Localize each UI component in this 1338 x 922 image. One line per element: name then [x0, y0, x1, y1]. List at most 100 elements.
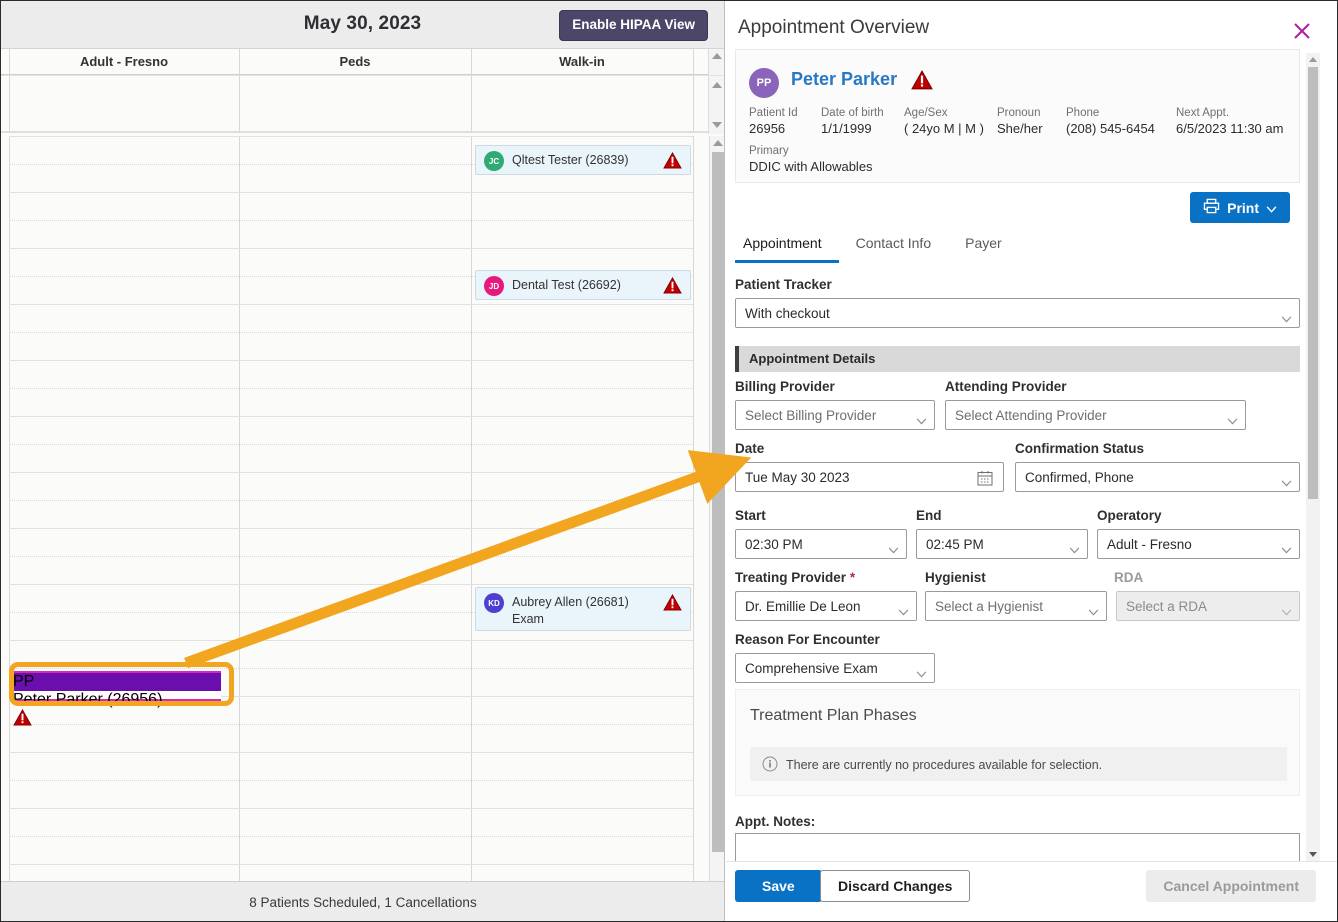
hygienist-label: Hygienist	[925, 570, 986, 585]
hygienist-select[interactable]: Select a Hygienist	[925, 591, 1107, 621]
treating-provider-select[interactable]: Dr. Emillie De Leon	[735, 591, 917, 621]
start-time-value: 02:30 PM	[745, 537, 803, 552]
section-title: Appointment Details	[749, 351, 876, 366]
reason-for-encounter-select[interactable]: Comprehensive Exam	[735, 653, 935, 683]
date-input[interactable]: Tue May 30 2023	[735, 462, 1004, 492]
appt-notes-input[interactable]	[735, 833, 1300, 861]
avatar: KD	[484, 593, 504, 613]
field-value: ( 24yo M | M )	[904, 121, 984, 136]
chevron-down-icon	[898, 603, 909, 616]
patient-field-patient-id: Patient Id 26956	[749, 107, 798, 136]
alert-icon	[13, 709, 221, 726]
patient-name-link[interactable]: Peter Parker	[791, 69, 897, 90]
print-button[interactable]: Print	[1190, 192, 1290, 223]
reason-for-encounter-value: Comprehensive Exam	[745, 661, 878, 676]
attending-provider-value: Select Attending Provider	[955, 408, 1107, 423]
scheduler-column-headers: Adult - Fresno Peds Walk-in	[1, 49, 724, 75]
treating-provider-label: Treating Provider *	[735, 570, 855, 585]
alert-icon	[663, 277, 682, 294]
appointment-block-selected[interactable]: PP Peter Parker (26956)	[13, 671, 221, 726]
confirmation-status-value: Confirmed, Phone	[1025, 470, 1134, 485]
scroll-down-icon[interactable]	[1309, 852, 1317, 857]
rda-label: RDA	[1114, 570, 1144, 585]
panel-title: Appointment Overview	[738, 17, 930, 38]
tab-contact-info[interactable]: Contact Info	[839, 235, 949, 263]
scheduler-header-scrollbar[interactable]	[708, 49, 724, 75]
chevron-down-icon	[1281, 603, 1292, 616]
field-label: Primary	[749, 145, 789, 157]
column-header-adult-fresno[interactable]: Adult - Fresno	[9, 54, 239, 69]
panel-scroll-body: PP Peter Parker Patient Id 26956 Date of…	[726, 49, 1319, 861]
date-value: Tue May 30 2023	[745, 470, 850, 485]
operatory-value: Adult - Fresno	[1107, 537, 1192, 552]
alert-icon[interactable]	[911, 70, 933, 95]
chevron-down-icon	[1281, 310, 1292, 323]
scheduler-allday-band	[1, 75, 724, 134]
operatory-select[interactable]: Adult - Fresno	[1097, 529, 1300, 559]
attending-provider-select[interactable]: Select Attending Provider	[945, 400, 1246, 430]
printer-icon	[1203, 198, 1220, 217]
field-label: Phone	[1066, 107, 1100, 119]
calendar-icon[interactable]	[977, 470, 993, 491]
scheduler-grid[interactable]: JC Qltest Tester (26839) JD Dental Test …	[1, 136, 724, 881]
scroll-up-icon[interactable]	[1309, 57, 1317, 62]
patient-tracker-value: With checkout	[745, 306, 830, 321]
tab-appointment[interactable]: Appointment	[735, 235, 839, 263]
scheduler-status-text: 8 Patients Scheduled, 1 Cancellations	[249, 895, 477, 910]
appt-notes-label: Appt. Notes:	[735, 814, 816, 829]
hygienist-value: Select a Hygienist	[935, 599, 1044, 614]
appointment-patient-name: Qltest Tester (26839)	[512, 153, 629, 167]
field-value: (208) 545-6454	[1066, 121, 1155, 136]
column-header-walkin[interactable]: Walk-in	[471, 54, 693, 69]
chevron-down-icon	[1266, 200, 1277, 216]
discard-changes-button[interactable]: Discard Changes	[820, 870, 971, 902]
field-value: 6/5/2023 11:30 am	[1176, 121, 1284, 136]
appointment-block[interactable]: JC Qltest Tester (26839)	[475, 145, 691, 175]
panel-scrollbar[interactable]	[1306, 53, 1320, 861]
enable-hipaa-view-button[interactable]: Enable HIPAA View	[559, 10, 708, 41]
close-icon[interactable]	[1292, 21, 1312, 41]
avatar: PP	[13, 673, 221, 691]
rda-value: Select a RDA	[1126, 599, 1208, 614]
patient-summary-card: PP Peter Parker Patient Id 26956 Date of…	[735, 49, 1300, 183]
billing-provider-select[interactable]: Select Billing Provider	[735, 400, 935, 430]
confirmation-status-select[interactable]: Confirmed, Phone	[1015, 462, 1300, 492]
appointment-patient-name: Aubrey Allen (26681)	[512, 595, 629, 609]
appointment-block[interactable]: JD Dental Test (26692)	[475, 270, 691, 300]
alert-icon	[663, 594, 682, 611]
tab-payer[interactable]: Payer	[948, 235, 1019, 263]
reason-for-encounter-label: Reason For Encounter	[735, 632, 880, 647]
appointment-block[interactable]: KD Aubrey Allen (26681) Exam	[475, 587, 691, 631]
field-value: She/her	[997, 121, 1043, 136]
end-time-select[interactable]: 02:45 PM	[916, 529, 1088, 559]
field-value: DDIC with Allowables	[749, 159, 873, 174]
cancel-appointment-button: Cancel Appointment	[1146, 870, 1316, 902]
patient-field-age-sex: Age/Sex ( 24yo M | M )	[904, 107, 984, 136]
scheduler-grid-scrollbar[interactable]	[709, 136, 724, 881]
start-time-select[interactable]: 02:30 PM	[735, 529, 907, 559]
alert-icon	[663, 152, 682, 169]
field-label: Patient Id	[749, 107, 798, 119]
treatment-plan-info-banner: There are currently no procedures availa…	[750, 747, 1287, 781]
patient-tracker-select[interactable]: With checkout	[735, 298, 1300, 328]
chevron-down-icon	[888, 541, 899, 554]
appointment-details-section-header: Appointment Details	[735, 346, 1300, 372]
field-label: Pronoun	[997, 107, 1041, 119]
appointment-patient-name: Peter Parker (26956)	[13, 691, 163, 708]
avatar: PP	[749, 68, 779, 98]
field-label: Age/Sex	[904, 107, 948, 119]
allday-band-scrollbar[interactable]	[708, 76, 724, 134]
scheduler-pane: May 30, 2023 Enable HIPAA View Adult - F…	[1, 1, 725, 921]
end-time-value: 02:45 PM	[926, 537, 984, 552]
save-button[interactable]: Save	[735, 870, 822, 902]
patient-tracker-label: Patient Tracker	[735, 277, 832, 292]
billing-provider-value: Select Billing Provider	[745, 408, 877, 423]
column-header-peds[interactable]: Peds	[239, 54, 471, 69]
field-label: Date of birth	[821, 107, 884, 119]
info-icon	[762, 756, 778, 777]
print-button-label: Print	[1227, 199, 1259, 216]
avatar: JD	[484, 276, 504, 296]
start-label: Start	[735, 508, 766, 523]
field-label: Next Appt.	[1176, 107, 1230, 119]
panel-scrollbar-thumb[interactable]	[1308, 67, 1318, 499]
